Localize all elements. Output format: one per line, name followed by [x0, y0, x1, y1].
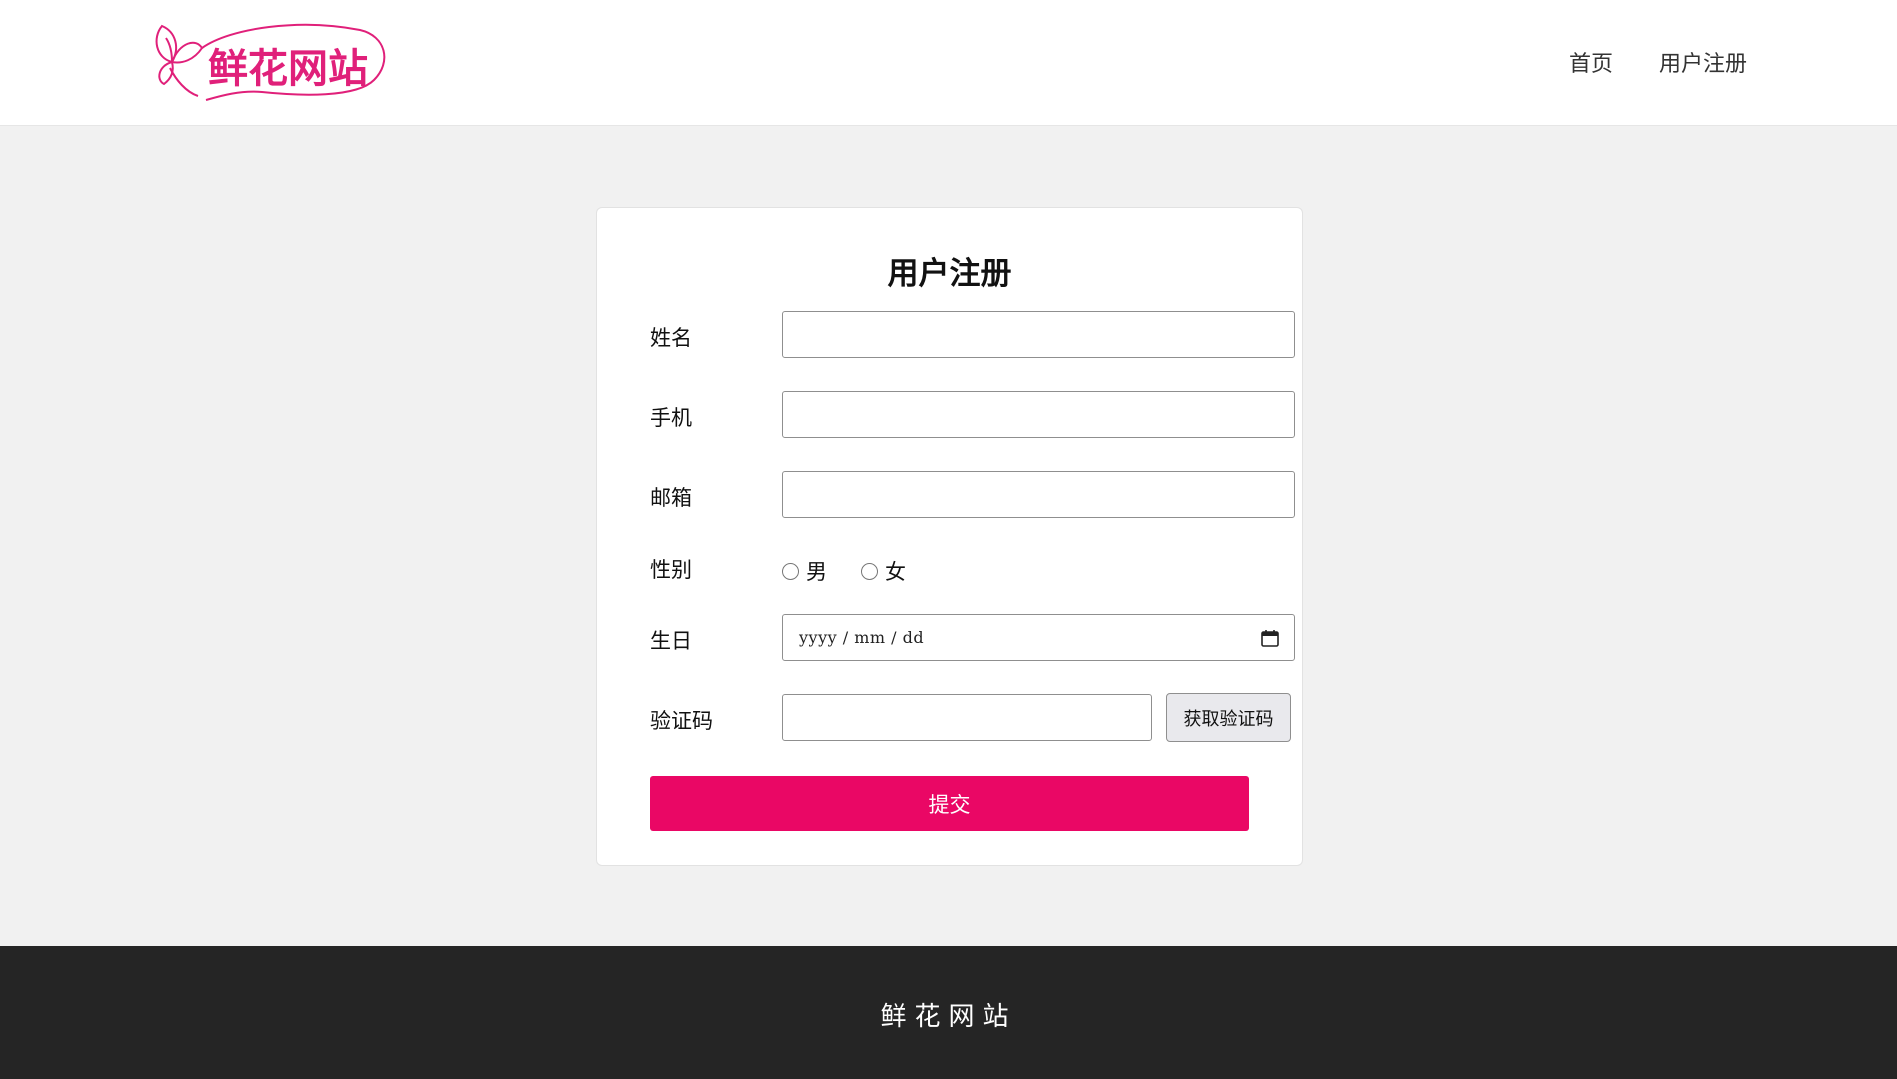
footer-text: 鲜花网站	[880, 1002, 1017, 1032]
gender-option-female[interactable]: 女	[861, 556, 906, 586]
email-input[interactable]	[782, 471, 1295, 518]
birthday-label: 生日	[650, 629, 692, 653]
phone-label: 手机	[650, 406, 692, 430]
submit-button[interactable]: 提交	[650, 776, 1249, 831]
gender-male-text: 男	[806, 560, 827, 584]
form-title: 用户注册	[887, 256, 1012, 292]
gender-option-male[interactable]: 男	[782, 556, 827, 586]
site-header: 鲜花网站 首页 用户注册	[0, 0, 1897, 126]
nav-register-link[interactable]: 用户注册	[1659, 46, 1747, 78]
register-card: 用户注册 姓名 手机 邮箱 性别 男 女 生日 yyyy / mm / dd 验…	[596, 207, 1303, 866]
phone-input[interactable]	[782, 391, 1295, 438]
radio-female[interactable]	[861, 562, 878, 580]
birthday-date-input[interactable]: yyyy / mm / dd	[782, 614, 1295, 661]
code-input[interactable]	[782, 694, 1152, 741]
gender-radio-group: 男 女	[782, 556, 940, 586]
name-label: 姓名	[650, 326, 692, 350]
name-input[interactable]	[782, 311, 1295, 358]
site-footer: 鲜花网站	[0, 946, 1897, 1079]
birthday-placeholder: yyyy / mm / dd	[799, 628, 925, 647]
calendar-icon[interactable]	[1260, 628, 1280, 648]
main-nav: 首页 用户注册	[1569, 46, 1747, 78]
gender-female-text: 女	[885, 560, 906, 584]
get-code-button[interactable]: 获取验证码	[1166, 693, 1291, 742]
flower-logo-icon: 鲜花网站	[155, 23, 386, 101]
logo-text: 鲜花网站	[208, 46, 368, 92]
nav-home-link[interactable]: 首页	[1569, 46, 1613, 78]
site-logo[interactable]: 鲜花网站	[150, 18, 390, 106]
radio-male[interactable]	[782, 562, 799, 580]
code-label: 验证码	[650, 709, 713, 733]
email-label: 邮箱	[650, 486, 692, 510]
gender-label: 性别	[650, 558, 692, 582]
